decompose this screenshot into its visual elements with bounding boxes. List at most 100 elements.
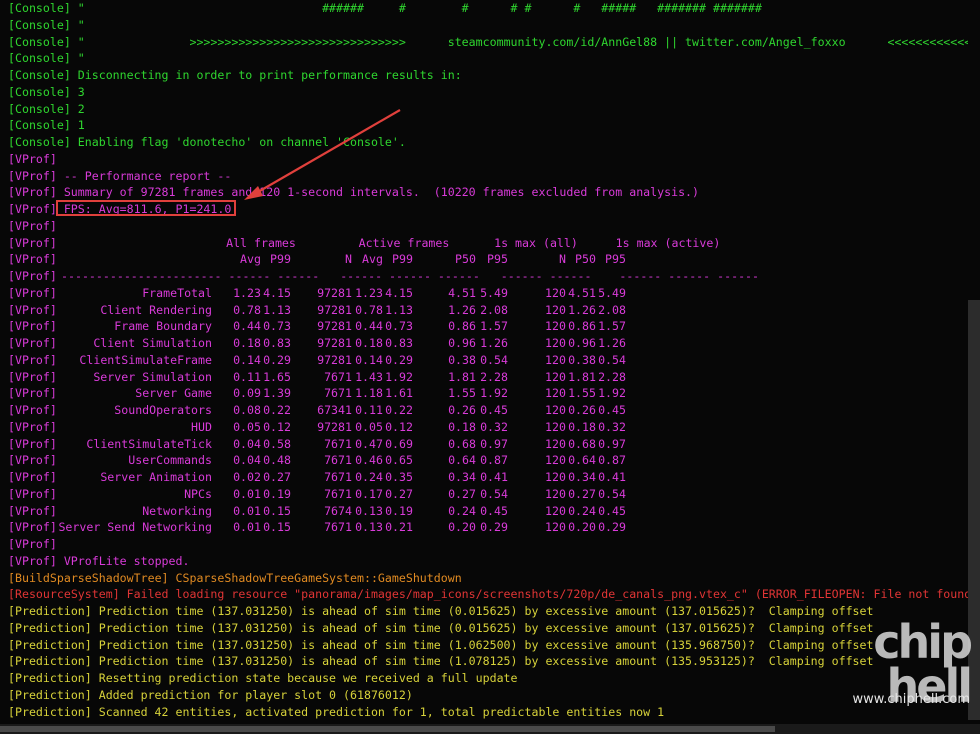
row-value: 120 <box>545 486 566 501</box>
line-prefix: [Prediction] <box>8 704 92 719</box>
row-name: ClientSimulateTick <box>86 436 212 451</box>
row-value: 120 <box>545 352 566 367</box>
row-value: 0.26 <box>568 403 596 417</box>
table-row: [VProf] Server Game 0.09 1.39 7671 1.18 1.61 1.… <box>8 385 968 402</box>
table-row: [VProf] Frame Boundary 0.44 0.73 97281 0.44 0.… <box>8 318 968 335</box>
table-row: [VProf] Server Simulation 0.11 1.65 7671 1.43… <box>8 369 968 386</box>
row-value: 7671 <box>324 436 352 451</box>
table-row: [VProf] Server Animation 0.02 0.27 7671 0.24 0… <box>8 469 968 486</box>
table-row: [VProf] NPCs 0.01 0.19 7671 0.17 0.27 0.27 0.54 1… <box>8 486 968 503</box>
vprof-line: [VProf] <box>8 218 968 235</box>
row-value: 0.22 <box>385 403 413 417</box>
line-prefix: [VProf] <box>8 470 57 484</box>
prediction-line: [Prediction] Prediction time (137.031250)… <box>8 637 968 654</box>
row-value: 0.15 <box>263 520 291 535</box>
row-value: 1.61 <box>385 386 413 401</box>
row-value: 0.45 <box>598 403 626 417</box>
row-value: 1.23 <box>355 285 383 300</box>
column-header: P99 <box>392 252 413 267</box>
line-prefix: [Console] <box>8 135 71 149</box>
line-prefix: [Prediction] <box>8 687 92 702</box>
row-value: 4.15 <box>385 285 413 300</box>
line-prefix: [VProf] <box>8 553 57 568</box>
row-value: 0.29 <box>598 520 626 535</box>
line-prefix: [VProf] <box>8 269 57 283</box>
row-value: 0.01 <box>233 520 261 535</box>
console-line: [Console] " ###### # # # # # ##### ######… <box>8 0 968 17</box>
row-name: FrameTotal <box>142 285 212 300</box>
row-value: 0.32 <box>480 419 508 434</box>
row-value: 1.92 <box>385 369 413 384</box>
row-value: 120 <box>545 520 566 535</box>
line-prefix: [VProf] <box>8 302 57 317</box>
group-label: 1s max (all) <box>494 235 578 250</box>
row-value: 0.18 <box>448 419 476 434</box>
row-value: 120 <box>545 386 566 401</box>
line-prefix: [Prediction] <box>8 637 92 652</box>
row-value: 4.51 <box>568 285 596 300</box>
line-prefix: [VProf] <box>8 168 57 183</box>
row-value: 0.20 <box>568 520 596 535</box>
line-prefix: [VProf] <box>8 352 57 367</box>
vprof-line: [VProf] <box>8 536 968 553</box>
prediction-line: [Prediction] Prediction time (137.031250)… <box>8 653 968 670</box>
row-value: 0.17 <box>355 486 383 501</box>
row-value: 0.87 <box>480 453 508 468</box>
row-value: 0.09 <box>233 386 261 401</box>
row-value: 120 <box>545 453 566 468</box>
row-value: 0.19 <box>385 503 413 518</box>
line-prefix: [VProf] <box>8 218 57 233</box>
horizontal-scrollbar[interactable] <box>0 724 980 734</box>
line-text: " ###### # # # # # ##### ####### ####### <box>77 1 762 15</box>
row-value: 7671 <box>324 453 352 468</box>
row-value: 0.18 <box>568 419 596 434</box>
row-value: 0.34 <box>568 470 596 484</box>
console-output: [Console] " ###### # # # # # ##### ######… <box>8 0 968 720</box>
row-value: 0.65 <box>385 453 413 468</box>
row-value: 0.83 <box>385 336 413 350</box>
line-prefix: [VProf] <box>8 151 57 166</box>
row-value: 0.15 <box>263 503 291 518</box>
row-value: 0.08 <box>233 403 261 417</box>
line-prefix: [ResourceSystem] <box>8 587 120 602</box>
row-value: 0.22 <box>263 403 291 417</box>
row-value: 0.35 <box>385 470 413 484</box>
watermark-site: www.chiphell.com <box>852 692 970 707</box>
row-value: 1.13 <box>385 302 413 317</box>
row-value: 0.45 <box>480 503 508 518</box>
line-text: -- Performance report -- <box>63 168 232 183</box>
line-prefix: [Console] <box>8 51 71 66</box>
prediction-line: [Prediction] Prediction time (137.031250)… <box>8 620 968 637</box>
row-value: 0.44 <box>233 319 261 334</box>
vprof-line: [VProf] Summary of 97281 frames and 120 1… <box>8 184 968 201</box>
line-text: " >>>>>>>>>>>>>>>>>>>>>>>>>>>>>>> steamc… <box>77 34 968 49</box>
row-value: 0.13 <box>355 520 383 535</box>
build-line: [BuildSparseShadowTree] CSparseShadowTree… <box>8 570 968 587</box>
row-value: 0.21 <box>385 520 413 535</box>
line-prefix: [VProf] <box>8 436 57 451</box>
console-line: [Console] 3 <box>8 84 968 101</box>
row-value: 4.15 <box>263 285 291 300</box>
row-value: 120 <box>545 436 566 451</box>
line-prefix: [VProf] <box>8 520 57 535</box>
line-prefix: [VProf] <box>8 319 57 334</box>
table-row: [VProf] Client Rendering 0.78 1.13 97281 0.78… <box>8 302 968 319</box>
row-value: 120 <box>545 403 566 417</box>
row-value: 0.86 <box>448 319 476 334</box>
group-label: 1s max (active) <box>615 235 721 250</box>
line-prefix: [Prediction] <box>8 604 92 618</box>
row-value: 0.54 <box>598 352 626 367</box>
row-value: 1.81 <box>448 369 476 384</box>
row-value: 0.54 <box>598 486 626 501</box>
row-value: 0.24 <box>355 470 383 484</box>
row-value: 7671 <box>324 386 352 401</box>
row-value: 0.04 <box>233 436 261 451</box>
row-value: 0.83 <box>263 336 291 350</box>
row-value: 0.19 <box>263 486 291 501</box>
scrollbar-thumb[interactable] <box>0 726 775 732</box>
row-name: SoundOperators <box>114 403 212 417</box>
column-header: Avg <box>240 252 261 267</box>
row-value: 0.97 <box>480 436 508 451</box>
row-value: 0.14 <box>233 352 261 367</box>
line-text: " <box>77 17 85 32</box>
